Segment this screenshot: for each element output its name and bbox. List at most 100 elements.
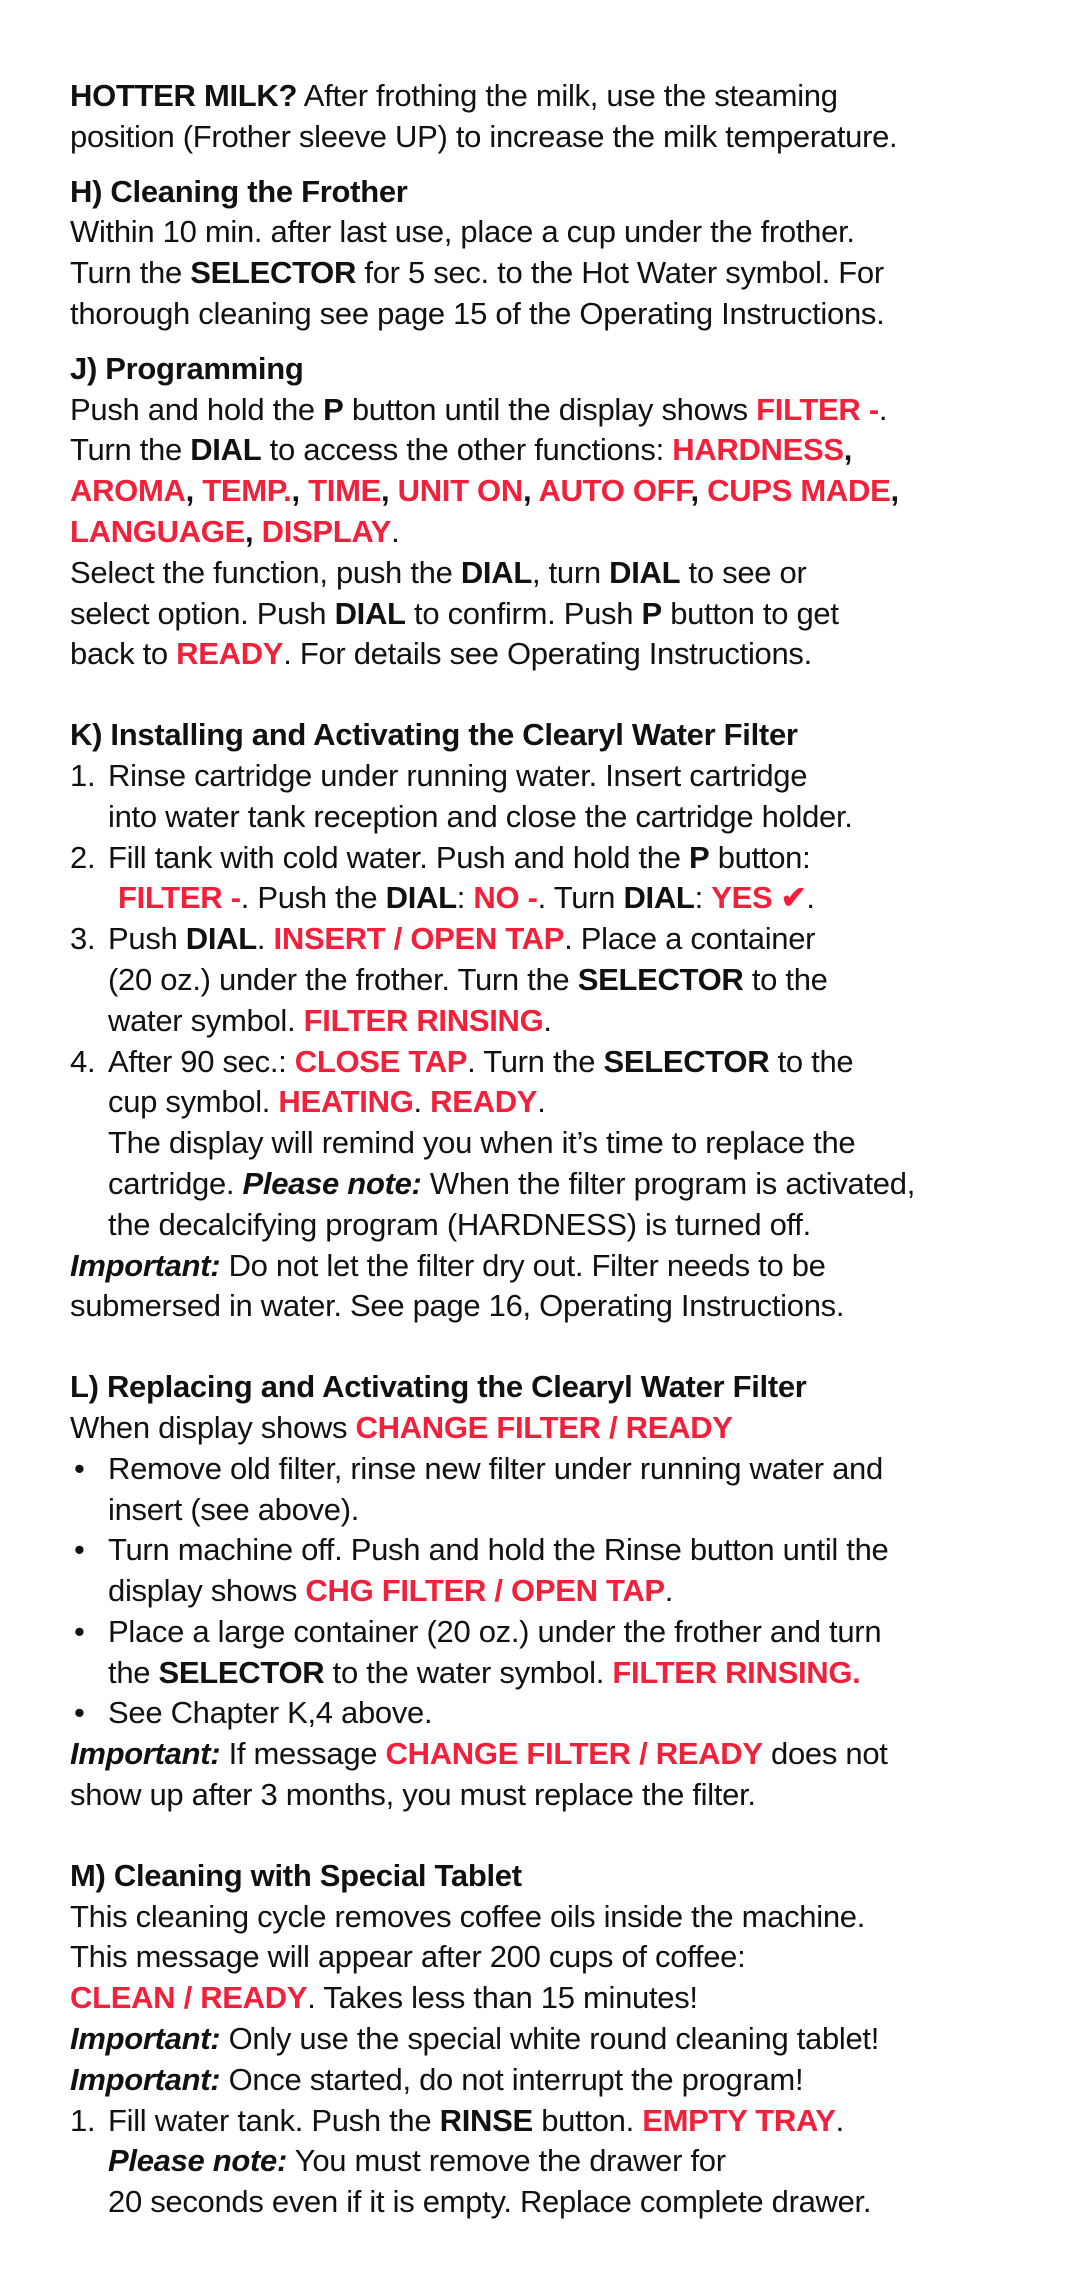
text-run: . xyxy=(256,921,274,957)
text-line: AROMA, TEMP., TIME, UNIT ON, AUTO OFF, C… xyxy=(70,471,1040,512)
text-run: select option. Push xyxy=(70,595,335,631)
display-message: READY xyxy=(430,1084,538,1120)
control-name: DIAL xyxy=(334,595,406,631)
text-run: position (Frother sleeve UP) to increase… xyxy=(70,118,898,154)
section-replacing-filter: L) Replacing and Activating the Clearyl … xyxy=(70,1367,1040,1816)
text-line: thorough cleaning see page 15 of the Ope… xyxy=(70,294,1040,335)
text-run: . xyxy=(878,391,888,427)
text-run: button. xyxy=(532,2102,643,2138)
control-name: DIAL xyxy=(185,921,257,957)
text-run: Push xyxy=(108,921,186,957)
note-label: Please note: xyxy=(242,1165,422,1201)
text-run: 20 seconds even if it is empty. Replace … xyxy=(108,2184,872,2220)
control-name: , xyxy=(291,473,309,509)
display-message: CLEAN / READY xyxy=(70,1980,308,2016)
display-message: CUPS MADE xyxy=(707,473,891,509)
text-run: . xyxy=(537,1084,546,1120)
control-name: DIAL xyxy=(609,554,681,590)
bullet-item: • Turn machine off. Push and hold the Rin… xyxy=(70,1530,1040,1571)
control-name: , xyxy=(522,473,539,509)
text-run: to see or xyxy=(680,554,807,590)
display-message: EMPTY TRAY xyxy=(642,2102,836,2138)
text-line: cartridge. Please note: When the filter … xyxy=(70,1164,1040,1205)
display-message: FILTER RINSING. xyxy=(612,1654,861,1690)
text-line: Turn the DIAL to access the other functi… xyxy=(70,430,1040,471)
text-line: into water tank reception and close the … xyxy=(70,797,1040,838)
display-message: LANGUAGE xyxy=(70,513,245,549)
text-line: This message will appear after 200 cups … xyxy=(70,1937,1040,1978)
control-name: RINSE xyxy=(439,2102,534,2138)
text-run: : xyxy=(694,880,712,916)
control-name: P xyxy=(641,595,663,631)
text-line: select option. Push DIAL to confirm. Pus… xyxy=(70,594,1040,635)
step-number: 3. xyxy=(70,921,96,957)
control-name: SELECTOR xyxy=(190,255,357,291)
control-name: SELECTOR xyxy=(603,1043,770,1079)
text-run: submersed in water. See page 16, Operati… xyxy=(70,1288,845,1324)
text-line: cup symbol. HEATING. READY. xyxy=(70,1082,1040,1123)
control-name: , xyxy=(185,473,203,509)
text-line: Within 10 min. after last use, place a c… xyxy=(70,212,1040,253)
text-run: to access the other functions: xyxy=(261,432,673,468)
control-name: DIAL xyxy=(623,880,695,916)
text-line: Please note: You must remove the drawer … xyxy=(70,2141,1040,2182)
note-label: Important: xyxy=(70,2061,221,2097)
note-label: Important: xyxy=(70,2021,221,2057)
text-run: cartridge. xyxy=(108,1165,243,1201)
text-run: show up after 3 months, you must replace… xyxy=(70,1777,756,1813)
display-message: DISPLAY xyxy=(261,513,392,549)
text-run: : xyxy=(456,880,474,916)
text-run: Do not let the filter dry out. Filter ne… xyxy=(220,1247,826,1283)
step-number: 2. xyxy=(70,839,96,875)
step-number: 1. xyxy=(70,2102,96,2138)
control-name: DIAL xyxy=(460,554,532,590)
bullet-icon: • xyxy=(74,1532,85,1568)
display-message: FILTER - xyxy=(756,391,879,427)
control-name: , xyxy=(843,432,853,468)
text-line: position (Frother sleeve UP) to increase… xyxy=(70,117,1040,158)
text-run: After 90 sec.: xyxy=(108,1043,295,1079)
text-line: HOTTER MILK? After frothing the milk, us… xyxy=(70,76,1040,117)
text-run: button to get xyxy=(661,595,839,631)
text-run: does not xyxy=(762,1736,888,1772)
control-name: , xyxy=(380,473,398,509)
bullet-icon: • xyxy=(74,1613,85,1649)
text-line: 20 seconds even if it is empty. Replace … xyxy=(70,2182,1040,2223)
section-heading: H) Cleaning the Frother xyxy=(70,173,408,209)
bullet-item: • Place a large container (20 oz.) under … xyxy=(70,1612,1040,1653)
text-run: . Turn xyxy=(537,880,624,916)
control-name: SELECTOR xyxy=(158,1654,325,1690)
text-line: LANGUAGE, DISPLAY. xyxy=(70,512,1040,553)
text-run: . xyxy=(806,880,815,916)
display-message: CLOSE TAP xyxy=(294,1043,468,1079)
text-run: the decalcifying program (HARDNESS) is t… xyxy=(108,1206,811,1242)
text-line: When display shows CHANGE FILTER / READY xyxy=(70,1408,1040,1449)
section-heading: L) Replacing and Activating the Clearyl … xyxy=(70,1369,807,1405)
display-message: CHANGE FILTER / READY xyxy=(385,1736,764,1772)
text-run: Rinse cartridge under running water. Ins… xyxy=(108,757,808,793)
display-message: HEATING xyxy=(278,1084,414,1120)
control-name: , xyxy=(245,513,262,549)
control-name: HOTTER MILK? xyxy=(70,78,298,113)
text-run: for 5 sec. to the Hot Water symbol. For xyxy=(356,255,884,291)
text-run: This message will appear after 200 cups … xyxy=(70,1939,746,1975)
text-line: the SELECTOR to the water symbol. FILTER… xyxy=(70,1653,1040,1694)
step-number: 4. xyxy=(70,1043,96,1079)
text-run: . xyxy=(413,1084,431,1120)
text-line: submersed in water. See page 16, Operati… xyxy=(70,1286,1040,1327)
text-line: The display will remind you when it’s ti… xyxy=(70,1123,1040,1164)
section-heading: J) Programming xyxy=(70,350,304,386)
text-line: This cleaning cycle removes coffee oils … xyxy=(70,1897,1040,1938)
note-label: Please note: xyxy=(108,2143,288,2179)
text-run: . xyxy=(835,2102,845,2138)
text-run: You must remove the drawer for xyxy=(287,2143,726,2179)
text-line: Important: Do not let the filter dry out… xyxy=(70,1246,1040,1287)
text-run: Turn the xyxy=(70,432,191,468)
text-run: Once started, do not interrupt the progr… xyxy=(220,2061,804,2097)
text-run: . Place a container xyxy=(564,921,816,957)
text-line: Important: If message CHANGE FILTER / RE… xyxy=(70,1734,1040,1775)
display-message: CHANGE FILTER / READY xyxy=(355,1409,734,1445)
